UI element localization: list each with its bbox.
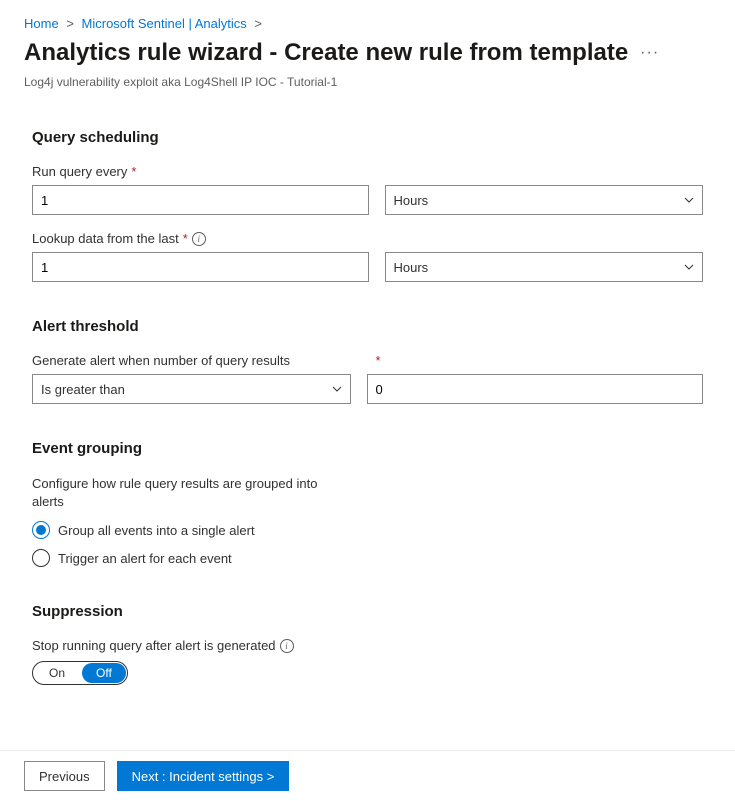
breadcrumb-separator: > <box>254 16 262 31</box>
next-button[interactable]: Next : Incident settings > <box>117 761 290 791</box>
previous-button[interactable]: Previous <box>24 761 105 791</box>
page-title: Analytics rule wizard - Create new rule … <box>24 39 628 67</box>
lookup-input[interactable] <box>32 252 369 282</box>
generate-alert-label: Generate alert when number of query resu… <box>32 353 360 368</box>
breadcrumb-sentinel[interactable]: Microsoft Sentinel | Analytics <box>82 16 247 31</box>
threshold-value-input[interactable] <box>367 374 704 404</box>
required-indicator: * <box>131 164 136 179</box>
suppression-label: Stop running query after alert is genera… <box>32 638 703 653</box>
suppression-toggle[interactable]: On Off <box>32 661 128 685</box>
run-every-input[interactable] <box>32 185 369 215</box>
page-header: Analytics rule wizard - Create new rule … <box>0 35 735 75</box>
breadcrumb-separator: > <box>66 16 74 31</box>
query-scheduling-section: Query scheduling Run query every * Hours… <box>32 129 703 282</box>
run-every-label: Run query every * <box>32 164 703 179</box>
alert-threshold-title: Alert threshold <box>32 318 703 335</box>
breadcrumb-home[interactable]: Home <box>24 16 59 31</box>
event-grouping-description: Configure how rule query results are gro… <box>32 475 342 511</box>
breadcrumb: Home > Microsoft Sentinel | Analytics > <box>0 0 735 35</box>
info-icon[interactable]: i <box>280 639 294 653</box>
radio-trigger-each-event[interactable]: Trigger an alert for each event <box>32 549 703 567</box>
suppression-section: Suppression Stop running query after ale… <box>32 603 703 685</box>
radio-label: Trigger an alert for each event <box>58 551 232 566</box>
alert-threshold-section: Alert threshold Generate alert when numb… <box>32 318 703 404</box>
radio-icon <box>32 549 50 567</box>
info-icon[interactable]: i <box>192 232 206 246</box>
wizard-footer: Previous Next : Incident settings > <box>0 750 735 801</box>
run-every-unit-select[interactable]: Hours <box>385 185 704 215</box>
radio-icon <box>32 521 50 539</box>
page-subtitle: Log4j vulnerability exploit aka Log4Shel… <box>0 75 735 113</box>
event-grouping-title: Event grouping <box>32 440 703 457</box>
lookup-unit-select[interactable]: Hours <box>385 252 704 282</box>
required-indicator: * <box>183 231 188 246</box>
toggle-off-label: Off <box>82 663 126 683</box>
radio-group-single-alert[interactable]: Group all events into a single alert <box>32 521 703 539</box>
event-grouping-section: Event grouping Configure how rule query … <box>32 440 703 567</box>
radio-label: Group all events into a single alert <box>58 523 255 538</box>
more-actions-icon[interactable]: ··· <box>640 44 659 62</box>
required-indicator: * <box>376 353 381 368</box>
threshold-operator-select[interactable]: Is greater than <box>32 374 351 404</box>
lookup-label: Lookup data from the last * i <box>32 231 703 246</box>
suppression-title: Suppression <box>32 603 703 620</box>
query-scheduling-title: Query scheduling <box>32 129 703 146</box>
toggle-on-label: On <box>33 662 81 684</box>
